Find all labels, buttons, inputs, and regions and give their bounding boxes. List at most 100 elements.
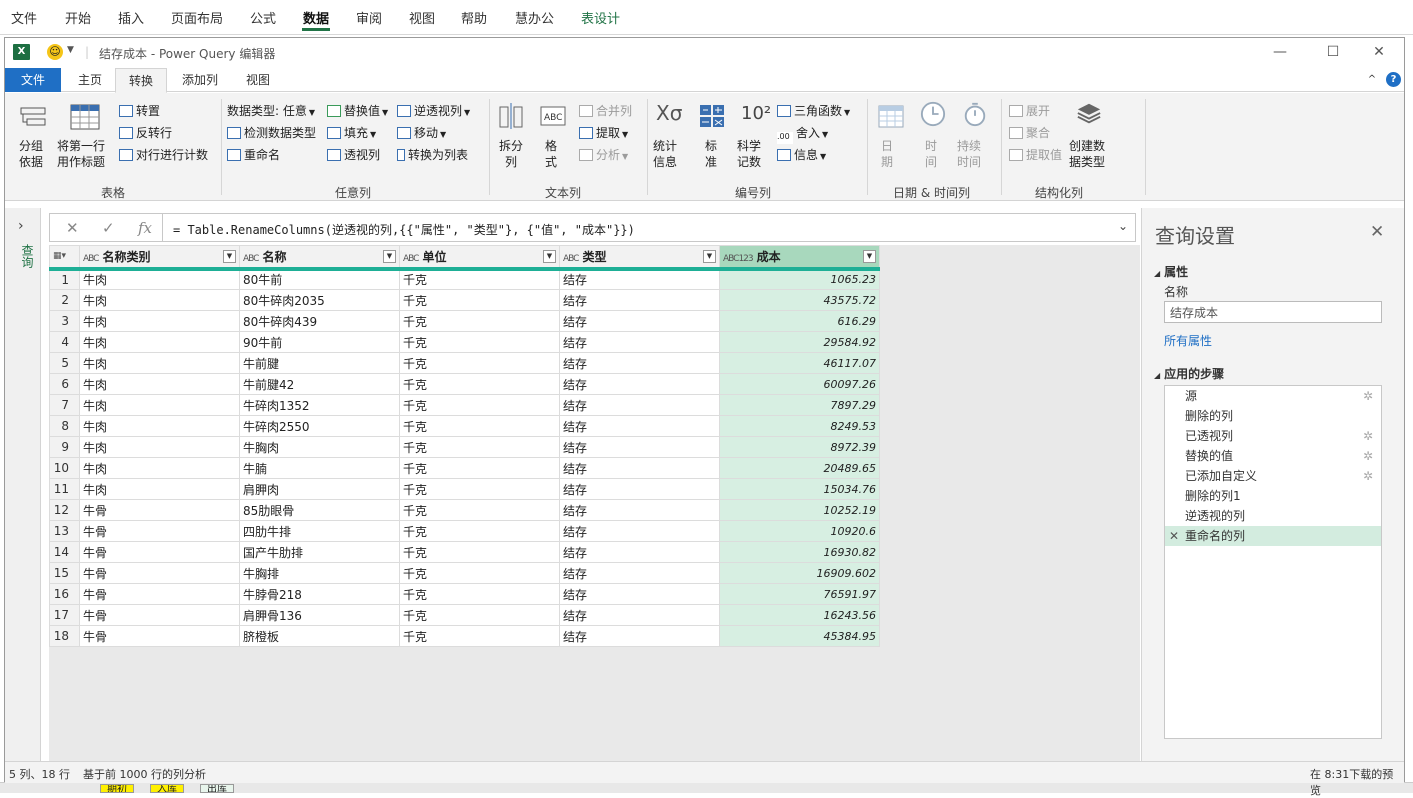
query-name-input[interactable]	[1164, 301, 1382, 323]
cell-cost[interactable]: 1065.23	[719, 268, 880, 290]
excel-menu-view[interactable]: 视图	[409, 8, 435, 27]
cell-cost[interactable]: 16930.82	[719, 541, 880, 563]
expand-button[interactable]: 展开	[1009, 102, 1050, 119]
cell-unit[interactable]: 千克	[399, 520, 560, 542]
cell-type[interactable]: 结存	[559, 415, 720, 437]
cell-type[interactable]: 结存	[559, 268, 720, 290]
excel-menu-table-design[interactable]: 表设计	[581, 8, 620, 27]
cell-unit[interactable]: 千克	[399, 331, 560, 353]
cell-category[interactable]: 牛骨	[79, 520, 240, 542]
applied-step[interactable]: 逆透视的列	[1165, 506, 1381, 526]
tab-transform[interactable]: 转换	[115, 68, 167, 93]
transpose-button[interactable]: 转置	[119, 102, 160, 119]
cell-unit[interactable]: 千克	[399, 457, 560, 479]
column-filter-icon[interactable]: ▼	[543, 250, 556, 263]
table-row[interactable]: 18 牛骨 脐橙板 千克 结存 45384.95	[49, 625, 880, 647]
cell-type[interactable]: 结存	[559, 289, 720, 311]
properties-header[interactable]: ◢ 属性	[1154, 263, 1188, 280]
applied-step[interactable]: 已添加自定义 ✲	[1165, 466, 1381, 486]
row-number[interactable]: 7	[49, 394, 80, 416]
aggregate-button[interactable]: 聚合	[1009, 124, 1050, 141]
column-header[interactable]: ABC 名称 ▼	[239, 245, 400, 271]
tab-view[interactable]: 视图	[235, 68, 281, 92]
text-type-icon[interactable]: ABC	[83, 254, 100, 264]
duration-button[interactable]: 持续 时间	[957, 138, 981, 170]
date-button[interactable]: 日 期	[881, 138, 893, 170]
excel-menu-data[interactable]: 数据	[303, 8, 329, 27]
cell-category[interactable]: 牛肉	[79, 478, 240, 500]
table-row[interactable]: 16 牛骨 牛脖骨218 千克 结存 76591.97	[49, 583, 880, 605]
table-row[interactable]: 13 牛骨 四肋牛排 千克 结存 10920.6	[49, 520, 880, 542]
collapse-ribbon-icon[interactable]: ^	[1365, 68, 1379, 92]
move-button[interactable]: 移动 ▼	[397, 124, 446, 141]
cell-category[interactable]: 牛肉	[79, 373, 240, 395]
cell-type[interactable]: 结存	[559, 352, 720, 374]
table-row[interactable]: 1 牛肉 80牛前 千克 结存 1065.23	[49, 268, 880, 290]
excel-menu-review[interactable]: 审阅	[356, 8, 382, 27]
confirm-formula-icon[interactable]: ✓	[102, 219, 115, 237]
column-filter-icon[interactable]: ▼	[863, 250, 876, 263]
queries-pane-collapsed[interactable]	[5, 208, 41, 761]
close-icon[interactable]: ✕	[1370, 222, 1384, 242]
cell-cost[interactable]: 43575.72	[719, 289, 880, 311]
any-type-icon[interactable]: ABC123	[723, 254, 754, 264]
cell-cost[interactable]: 10920.6	[719, 520, 880, 542]
cell-name[interactable]: 牛碎肉2550	[239, 415, 400, 437]
table-row[interactable]: 14 牛骨 国产牛肋排 千克 结存 16930.82	[49, 541, 880, 563]
text-type-icon[interactable]: ABC	[243, 254, 260, 264]
applied-step[interactable]: 删除的列1	[1165, 486, 1381, 506]
cell-category[interactable]: 牛骨	[79, 604, 240, 626]
step-settings-gear-icon[interactable]: ✲	[1363, 446, 1373, 466]
formula-input[interactable]: = Table.RenameColumns(逆透视的列,{{"属性", "类型"…	[173, 221, 635, 238]
split-column-button[interactable]: 拆分 列	[499, 138, 523, 170]
excel-menu-help[interactable]: 帮助	[461, 8, 487, 27]
cell-name[interactable]: 90牛前	[239, 331, 400, 353]
smiley-feedback-icon[interactable]: ☺	[47, 44, 63, 60]
trig-button[interactable]: 三角函数 ▼	[777, 102, 850, 119]
use-first-row-button[interactable]: 将第一行 用作标题	[57, 138, 105, 170]
cell-cost[interactable]: 16243.56	[719, 604, 880, 626]
cell-cost[interactable]: 20489.65	[719, 457, 880, 479]
cell-category[interactable]: 牛肉	[79, 436, 240, 458]
fx-icon[interactable]: fx	[138, 219, 152, 237]
to-list-button[interactable]: 转换为列表	[397, 146, 468, 163]
table-row[interactable]: 4 牛肉 90牛前 千克 结存 29584.92	[49, 331, 880, 353]
step-settings-gear-icon[interactable]: ✲	[1363, 386, 1373, 406]
time-button[interactable]: 时 间	[925, 138, 937, 170]
excel-menu-page-layout[interactable]: 页面布局	[171, 8, 223, 27]
cell-name[interactable]: 牛碎肉1352	[239, 394, 400, 416]
cell-name[interactable]: 牛脖骨218	[239, 583, 400, 605]
cell-category[interactable]: 牛骨	[79, 625, 240, 647]
chevron-right-icon[interactable]: ›	[18, 218, 24, 234]
cell-unit[interactable]: 千克	[399, 268, 560, 290]
table-row[interactable]: 8 牛肉 牛碎肉2550 千克 结存 8249.53	[49, 415, 880, 437]
tab-file[interactable]: 文件	[5, 68, 61, 92]
cell-type[interactable]: 结存	[559, 541, 720, 563]
column-header-selected[interactable]: ABC123 成本 ▼	[719, 245, 880, 271]
unpivot-button[interactable]: 逆透视列 ▼	[397, 102, 470, 119]
chevron-down-icon[interactable]: ⌄	[1118, 219, 1128, 233]
close-window-icon[interactable]: ✕	[1369, 43, 1389, 61]
column-filter-icon[interactable]: ▼	[383, 250, 396, 263]
extract-values-button[interactable]: 提取值	[1009, 146, 1062, 163]
cell-category[interactable]: 牛肉	[79, 415, 240, 437]
cell-type[interactable]: 结存	[559, 562, 720, 584]
column-header[interactable]: ABC 单位 ▼	[399, 245, 560, 271]
step-settings-gear-icon[interactable]: ✲	[1363, 466, 1373, 486]
applied-step[interactable]: 已透视列 ✲	[1165, 426, 1381, 446]
cell-unit[interactable]: 千克	[399, 394, 560, 416]
row-number[interactable]: 5	[49, 352, 80, 374]
fill-button[interactable]: 填充 ▼	[327, 124, 376, 141]
cell-name[interactable]: 牛前腱	[239, 352, 400, 374]
select-all-table-icon[interactable]: ▦▾	[49, 245, 80, 271]
excel-menu-insert[interactable]: 插入	[118, 8, 144, 27]
cell-unit[interactable]: 千克	[399, 352, 560, 374]
applied-step[interactable]: ✕ 重命名的列	[1165, 526, 1381, 546]
cell-name[interactable]: 牛腩	[239, 457, 400, 479]
cell-name[interactable]: 牛胸排	[239, 562, 400, 584]
tab-add-column[interactable]: 添加列	[171, 68, 229, 92]
column-header[interactable]: ABC 类型 ▼	[559, 245, 720, 271]
queries-pane-label[interactable]: 查询	[19, 244, 36, 268]
cell-name[interactable]: 四肋牛排	[239, 520, 400, 542]
cell-cost[interactable]: 60097.26	[719, 373, 880, 395]
